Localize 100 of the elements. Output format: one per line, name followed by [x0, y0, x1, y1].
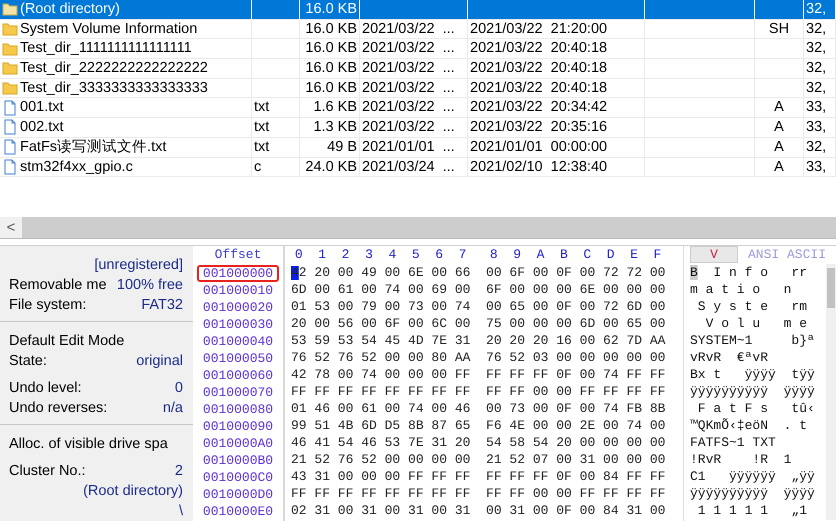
- file-row[interactable]: Test_dir_1111111111111111 16.0 KB 2021/03/22 ... 2021/03/22 20:40:18 32,: [0, 39, 836, 60]
- file-name: Test_dir_3333333333333333: [20, 78, 208, 98]
- folder-icon: [2, 60, 18, 76]
- created-date: 2021/03/22 ...: [362, 80, 455, 96]
- file-extension: txt: [254, 119, 270, 136]
- file-name: Test_dir_2222222222222222: [20, 59, 208, 78]
- info-value: 0: [174, 379, 183, 398]
- column-header: 6: [434, 246, 444, 264]
- file-row[interactable]: 001.txt txt 1.6 KB 2021/03/22 ... 2021/03/22 20:34:42 A 33,: [0, 98, 836, 118]
- modified-date: 2021/03/22: [470, 40, 543, 56]
- hex-bytes: 42 78 00 74 00 00 00 FF FF FF FF 0F 00 74 FF FF: [291, 367, 666, 382]
- file-size: 16.0 KB: [305, 20, 357, 37]
- folder-icon: [2, 80, 18, 96]
- offset-value: 0010000B0: [202, 452, 274, 469]
- file-name: Test_dir_1111111111111111: [20, 39, 192, 58]
- hex-bytes: 99 51 4B 6D D5 8B 87 65 F6 4E 00 00 2E 00 74 00: [291, 418, 666, 433]
- horizontal-scrollbar[interactable]: <: [0, 217, 836, 239]
- info-label: State:: [9, 352, 47, 371]
- modified-time: 20:34:42: [550, 99, 608, 116]
- file-name: 002.txt: [20, 118, 64, 137]
- info-label: Removable me: [9, 276, 107, 295]
- offset-value: 001000010: [202, 282, 274, 299]
- created-date: 2021/03/22 ...: [362, 20, 455, 37]
- file-size: 16.0 KB: [305, 60, 357, 76]
- column-value: 32,: [806, 60, 826, 76]
- file-row[interactable]: FatFs读写测试文件.txt txt 49 B 2021/01/01 ... 2021/01/01 00:00:00 A 32,: [0, 138, 836, 158]
- created-date: 2021/03/22 ...: [362, 99, 455, 116]
- file-row[interactable]: 002.txt txt 1.3 KB 2021/03/22 ... 2021/03/22 20:35:16 A 33,: [0, 118, 836, 138]
- column-header: D: [606, 246, 616, 264]
- vertical-scrollbar[interactable]: [826, 264, 836, 520]
- info-label: Alloc. of visible drive spa: [9, 435, 168, 454]
- hex-bytes: 02 31 00 31 00 31 00 31 00 31 00 0F 00 84 31 00: [291, 503, 666, 518]
- ansi-text: vRvR €ªvR: [690, 350, 770, 365]
- scroll-left-button[interactable]: <: [0, 217, 22, 238]
- document-icon: [2, 119, 18, 136]
- text-mode-toggle[interactable]: V: [690, 246, 738, 263]
- offset-value: 0010000D0: [202, 486, 274, 503]
- info-value: \: [178, 502, 183, 521]
- ansi-text: C1 ÿÿÿÿÿÿ „ÿÿ: [690, 469, 815, 484]
- modified-date: 2021/03/22: [470, 60, 543, 76]
- ansi-text: SYSTEM~1 b}ª: [690, 333, 815, 348]
- file-row[interactable]: Test_dir_3333333333333333 16.0 KB 2021/03/22 ... 2021/03/22 20:40:18 32,: [0, 78, 836, 98]
- hex-bytes: 43 31 00 00 00 FF FF FF FF FF FF 0F 00 84 FF FF: [291, 469, 666, 484]
- info-value: original: [136, 352, 183, 371]
- file-name: FatFs读写测试文件.txt: [20, 138, 166, 156]
- file-size: 16.0 KB: [305, 1, 357, 17]
- ansi-text: !RvR !R 1: [690, 452, 792, 467]
- info-value: 2: [174, 462, 183, 481]
- offset-value: 001000050: [202, 350, 274, 367]
- hex-bytes: 21 52 76 52 00 00 00 00 21 52 07 00 31 00 00 00: [291, 452, 666, 467]
- info-label: Undo reverses:: [9, 399, 108, 418]
- file-row[interactable]: Test_dir_2222222222222222 16.0 KB 2021/03/22 ... 2021/03/22 20:40:18 32,: [0, 59, 836, 79]
- modified-time: 21:20:00: [550, 20, 608, 37]
- column-header: C: [582, 246, 592, 264]
- column-header: E: [629, 246, 639, 264]
- file-size: 16.0 KB: [305, 80, 357, 96]
- column-value: 32,: [806, 1, 826, 17]
- file-size: 1.6 KB: [313, 99, 357, 116]
- ansi-text: ™QKmÕ‹‡eöN . t: [690, 418, 808, 433]
- modified-date: 2021/03/22: [470, 20, 543, 37]
- folder-icon: [2, 1, 18, 18]
- ansi-text: ÿÿÿÿÿÿÿÿÿÿ ÿÿÿÿ: [690, 384, 815, 399]
- folder-icon: [2, 21, 18, 38]
- document-icon: [2, 100, 18, 116]
- info-label: File system:: [9, 296, 86, 315]
- modified-time: 00:00:00: [550, 138, 608, 155]
- file-extension: txt: [254, 99, 270, 116]
- file-extension: c: [254, 158, 262, 174]
- column-value: 33,: [806, 119, 826, 136]
- ansi-text: F a t F s tû‹: [696, 401, 815, 416]
- column-value: 33,: [806, 158, 826, 174]
- ansi-text: V o l u m e: [704, 316, 808, 331]
- info-value: FAT32: [141, 296, 183, 315]
- file-attributes: A: [774, 119, 784, 136]
- column-header: 1: [317, 246, 328, 264]
- modified-date: 2021/01/01: [470, 138, 543, 155]
- column-header: 5: [410, 246, 421, 264]
- file-row[interactable]: (Root directory) 16.0 KB 32,: [0, 0, 836, 20]
- hex-bytes: FF FF FF FF FF FF FF FF FF FF 00 00 FF FF FF FF: [291, 486, 666, 501]
- info-value: n/a: [162, 399, 183, 418]
- ansi-text: m a t i o n: [690, 282, 792, 297]
- file-name: 001.txt: [20, 98, 64, 118]
- ansi-text: 1 1 1 1 1 „1: [696, 503, 808, 518]
- file-size: 49 B: [327, 138, 357, 155]
- column-header: B: [558, 246, 569, 264]
- column-header: A: [536, 246, 546, 264]
- offset-value: 001000000: [196, 265, 280, 282]
- column-header: 7: [458, 246, 468, 264]
- info-label: Undo level:: [9, 379, 82, 398]
- document-icon: [2, 158, 18, 175]
- column-header: 0: [294, 246, 304, 264]
- modified-time: 20:40:18: [550, 40, 608, 56]
- modified-time: 20:40:18: [550, 60, 608, 76]
- created-date: 2021/03/22 ...: [362, 119, 455, 136]
- hex-bytes: 76 52 76 52 00 00 80 AA 76 52 03 00 00 00 00 00: [291, 350, 666, 365]
- column-value: 32,: [806, 138, 826, 155]
- file-row[interactable]: System Volume Information 16.0 KB 2021/03/22 ... 2021/03/22 21:20:00 SH 32,: [0, 20, 836, 40]
- file-row[interactable]: stm32f4xx_gpio.c c 24.0 KB 2021/03/24 ... 2021/02/10 12:38:40 A 33,: [0, 158, 836, 178]
- info-value: (Root directory): [83, 482, 183, 501]
- file-name: System Volume Information: [20, 20, 198, 38]
